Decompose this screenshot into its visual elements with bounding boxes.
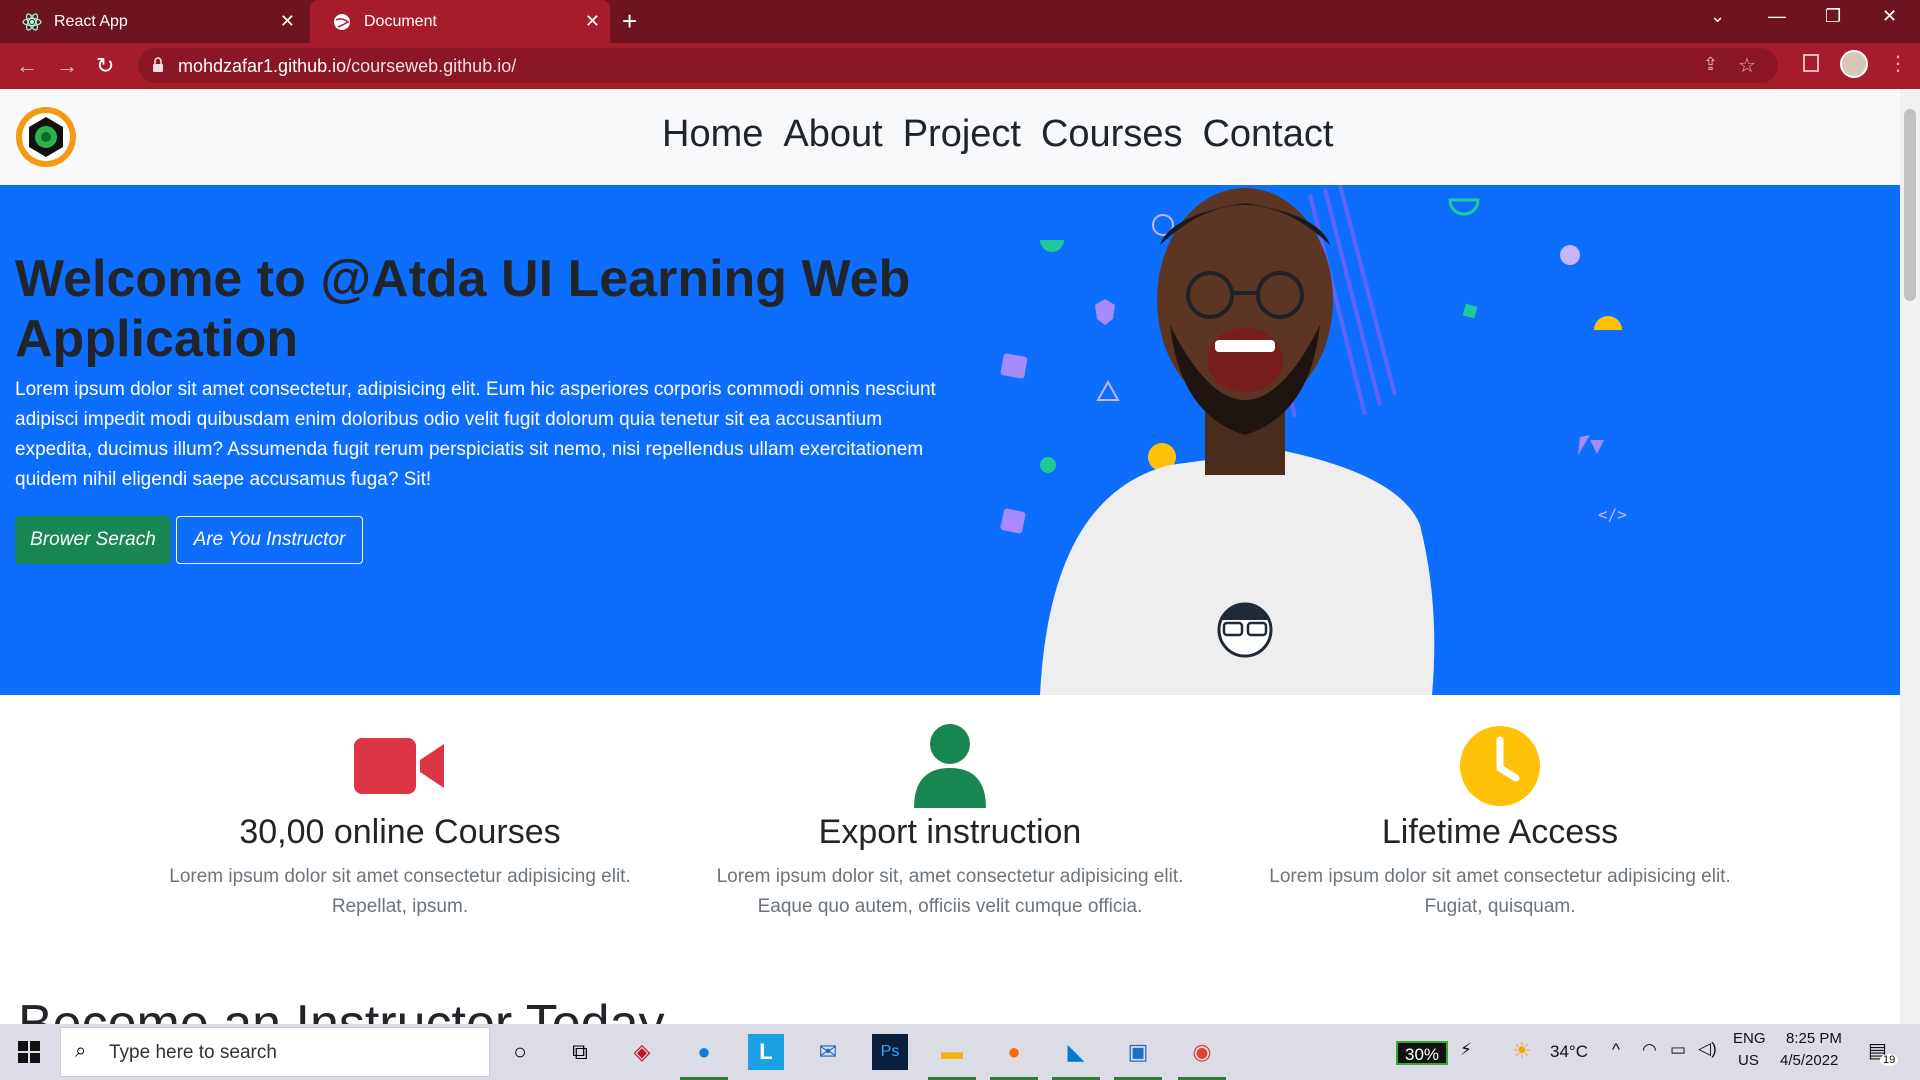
forward-button[interactable]: → bbox=[56, 53, 78, 79]
url-text: mohdzafar1.github.io/courseweb.github.io… bbox=[178, 56, 517, 76]
profile-avatar[interactable] bbox=[1840, 50, 1868, 78]
photos-icon[interactable]: ▣ bbox=[1114, 1034, 1162, 1080]
browser-tab-strip: React App ✕ Document ✕ + ⌄ — ❐ ✕ bbox=[0, 0, 1920, 43]
cortana-icon[interactable]: ○ bbox=[502, 1034, 538, 1070]
feature-lifetime-access: Lifetime Access Lorem ipsum dolor sit am… bbox=[1240, 723, 1760, 922]
person-icon bbox=[690, 723, 1210, 809]
hero-title: Welcome to @Atda UI Learning Web Applica… bbox=[15, 250, 911, 368]
weather-temp[interactable]: 34°C bbox=[1550, 1042, 1588, 1062]
page-scrollbar[interactable] bbox=[1900, 89, 1920, 1024]
bookmark-star-icon[interactable]: ☆ bbox=[1738, 53, 1756, 78]
reload-button[interactable]: ↻ bbox=[96, 53, 114, 79]
main-nav: Home About Project Courses Contact bbox=[662, 113, 1333, 156]
region-code[interactable]: US bbox=[1738, 1052, 1759, 1069]
taskbar-search-box[interactable]: ⌕ Type here to search bbox=[60, 1027, 490, 1077]
lock-icon bbox=[152, 57, 164, 78]
feature-title: Lifetime Access bbox=[1381, 813, 1619, 851]
nav-about[interactable]: About bbox=[783, 113, 882, 156]
task-view-icon[interactable]: ⧉ bbox=[562, 1034, 598, 1070]
windows-taskbar: ⌕ Type here to search ○ ⧉ ◈ ● L ✉ Ps ▬ ●… bbox=[0, 1024, 1920, 1080]
language-code[interactable]: ENG bbox=[1733, 1030, 1766, 1047]
battery-indicator[interactable]: 30% bbox=[1396, 1041, 1448, 1065]
side-panel-icon[interactable] bbox=[1803, 54, 1819, 72]
clock-time[interactable]: 8:25 PM bbox=[1786, 1030, 1842, 1047]
hero-description: Lorem ipsum dolor sit amet consectetur, … bbox=[15, 379, 936, 490]
video-camera-icon bbox=[140, 723, 660, 809]
instructor-button[interactable]: Are You Instructor bbox=[176, 516, 363, 564]
browse-search-button[interactable]: Brower Serach bbox=[15, 516, 171, 564]
file-explorer-icon[interactable]: ▬ bbox=[928, 1034, 976, 1080]
close-tab-icon[interactable]: ✕ bbox=[280, 11, 295, 32]
address-bar[interactable]: mohdzafar1.github.io/courseweb.github.io… bbox=[138, 48, 1778, 83]
nav-courses[interactable]: Courses bbox=[1041, 113, 1183, 156]
close-tab-icon[interactable]: ✕ bbox=[585, 11, 600, 32]
tab-document[interactable]: Document ✕ bbox=[310, 0, 610, 43]
new-tab-button[interactable]: + bbox=[622, 6, 637, 37]
globe-icon bbox=[332, 12, 352, 32]
chrome-icon[interactable]: ◉ bbox=[1178, 1034, 1226, 1080]
tab-title: Document bbox=[364, 12, 437, 30]
svg-text:</>: </> bbox=[1598, 505, 1627, 524]
page-viewport: Home About Project Courses Contact Welco… bbox=[0, 89, 1900, 1024]
tab-search-icon[interactable]: ⌄ bbox=[1710, 6, 1725, 27]
notification-count: 19 bbox=[1880, 1054, 1899, 1066]
nav-project[interactable]: Project bbox=[903, 113, 1021, 156]
edge-icon[interactable]: ● bbox=[680, 1034, 728, 1080]
weather-icon[interactable]: ☀ bbox=[1512, 1038, 1532, 1064]
plug-icon: ⚡ bbox=[1460, 1040, 1472, 1059]
wifi-icon[interactable]: ◠ bbox=[1642, 1040, 1657, 1060]
logo-hexagon-icon bbox=[29, 117, 63, 157]
feature-title: Export instruction bbox=[818, 813, 1082, 851]
feature-instruction: Export instruction Lorem ipsum dolor sit… bbox=[690, 723, 1210, 922]
chevron-up-icon[interactable]: ^ bbox=[1612, 1040, 1620, 1060]
feature-text: Lorem ipsum dolor sit amet consectetur a… bbox=[169, 866, 631, 917]
react-icon bbox=[22, 12, 42, 32]
back-button[interactable]: ← bbox=[16, 53, 38, 79]
nav-contact[interactable]: Contact bbox=[1202, 113, 1333, 156]
battery-icon[interactable]: ▭ bbox=[1670, 1040, 1686, 1060]
volume-icon[interactable]: ◁) bbox=[1698, 1039, 1717, 1059]
tab-title: React App bbox=[54, 12, 128, 30]
clock-date[interactable]: 4/5/2022 bbox=[1780, 1052, 1838, 1069]
feature-text: Lorem ipsum dolor sit, amet consectetur … bbox=[716, 866, 1184, 917]
tab-react-app[interactable]: React App ✕ bbox=[0, 0, 305, 43]
vscode-icon[interactable]: ◣ bbox=[1052, 1034, 1100, 1080]
nav-home[interactable]: Home bbox=[662, 113, 763, 156]
share-icon[interactable]: ⇪ bbox=[1703, 54, 1718, 75]
mail-icon[interactable]: ✉ bbox=[810, 1034, 846, 1070]
hero-section: Welcome to @Atda UI Learning Web Applica… bbox=[0, 185, 1900, 695]
photoshop-icon[interactable]: Ps bbox=[872, 1034, 908, 1070]
clock-icon bbox=[1240, 723, 1760, 809]
site-logo[interactable] bbox=[16, 107, 76, 167]
search-placeholder: Type here to search bbox=[109, 1042, 277, 1063]
feature-courses: 30,00 online Courses Lorem ipsum dolor s… bbox=[140, 723, 660, 922]
restore-button[interactable]: ❐ bbox=[1825, 6, 1841, 27]
section-heading-partial: Become an Instructor Today bbox=[18, 995, 665, 1024]
search-icon: ⌕ bbox=[75, 1040, 87, 1062]
feature-text: Lorem ipsum dolor sit amet consectetur a… bbox=[1269, 866, 1731, 917]
scrollbar-thumb[interactable] bbox=[1904, 109, 1916, 301]
feature-title: 30,00 online Courses bbox=[239, 813, 561, 851]
window-close-button[interactable]: ✕ bbox=[1882, 6, 1897, 27]
site-navbar: Home About Project Courses Contact bbox=[0, 89, 1900, 185]
firefox-icon[interactable]: ● bbox=[990, 1034, 1038, 1080]
minimize-button[interactable]: — bbox=[1768, 6, 1786, 27]
hero-person-illustration: </> bbox=[1000, 185, 1627, 695]
menu-dots-icon[interactable]: ⋮ bbox=[1888, 51, 1908, 76]
l-app-icon[interactable]: L bbox=[748, 1034, 784, 1070]
browser-toolbar: ← → ↻ mohdzafar1.github.io/courseweb.git… bbox=[0, 43, 1920, 89]
mcafee-icon[interactable]: ◈ bbox=[624, 1034, 660, 1070]
windows-start-icon[interactable] bbox=[18, 1041, 40, 1068]
